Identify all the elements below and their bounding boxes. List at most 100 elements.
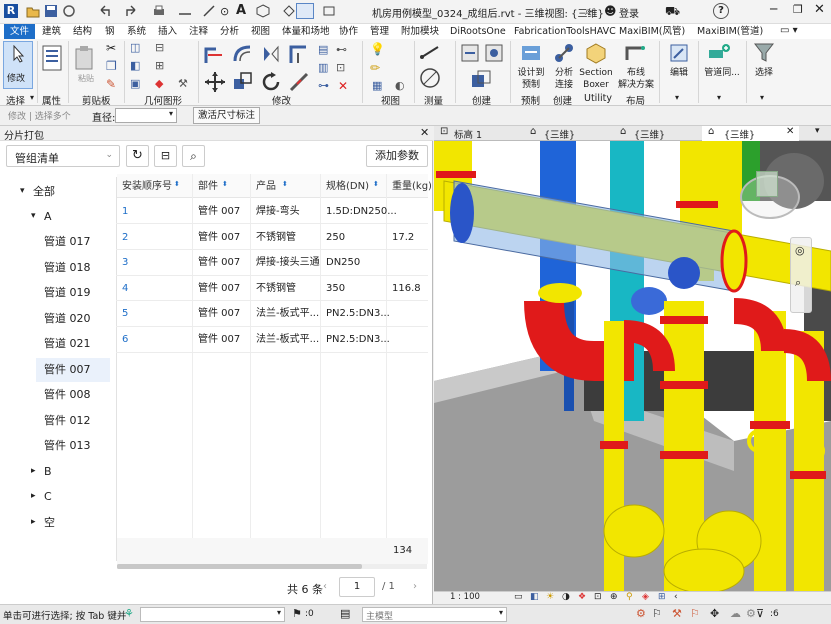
paint-icon[interactable]: ◆ [155, 77, 163, 90]
visual-style-icon[interactable]: ◧ [530, 592, 539, 602]
rotate-icon[interactable] [260, 71, 282, 93]
filter-icon[interactable] [754, 42, 774, 64]
view-tab-3d-1[interactable]: ⌂ {三维} [530, 126, 610, 141]
table-cell[interactable]: 法兰-板式平... [256, 327, 319, 352]
tab-architecture[interactable]: 建筑 [42, 24, 61, 39]
text-icon[interactable]: A [236, 3, 246, 18]
user-icon[interactable]: ☻ [604, 4, 617, 18]
save-icon[interactable] [44, 4, 58, 18]
demolish-icon[interactable]: ⚒ [178, 77, 188, 90]
sort-icon[interactable]: ⬍ [373, 180, 379, 188]
hide-isolate-icon[interactable]: ⚲ [626, 592, 633, 602]
view-tab-level1[interactable]: ⊡ 标高 1 [440, 126, 520, 141]
chevron-down-icon[interactable]: ▾ [675, 93, 679, 102]
restore-button[interactable]: ❐ [793, 3, 803, 16]
tab-collaborate[interactable]: 协作 [339, 24, 358, 39]
tab-file[interactable]: 文件 [4, 24, 36, 39]
chevron-down-icon[interactable]: ▾ [717, 93, 721, 102]
unpin-icon[interactable]: ⊷ [336, 43, 347, 56]
table-cell[interactable]: 2 [122, 225, 128, 250]
tree-item-all[interactable]: 全部 [33, 181, 55, 203]
prev-page-icon[interactable]: ‹ [323, 581, 327, 592]
measure-tool-icon[interactable] [420, 43, 440, 61]
print-icon[interactable] [152, 4, 166, 18]
tree-item-pipe-017[interactable]: 管道 017 [44, 231, 91, 253]
design-options-icon[interactable]: ▤ [340, 607, 350, 620]
cart-icon[interactable]: ⛟ [665, 4, 680, 20]
tab-massing[interactable]: 体量和场地 [282, 24, 330, 39]
table-cell[interactable]: 1.5D:DN250... [326, 199, 397, 224]
tree-item-c[interactable]: C [44, 486, 52, 508]
tag-icon[interactable]: ⊙ [220, 5, 229, 18]
tree-item-fitting-013[interactable]: 管件 013 [44, 435, 91, 457]
tree-item-a[interactable]: A [44, 206, 52, 228]
tree-item-b[interactable]: B [44, 461, 52, 483]
pencil-icon[interactable]: ✏ [370, 61, 380, 75]
undo-icon[interactable] [98, 4, 112, 18]
crop-icon[interactable]: ⊡ [594, 592, 602, 602]
section-boxer-button[interactable]: Section Boxer [578, 67, 614, 91]
tab-maxibim-duct[interactable]: MaxiBIM(风管) [619, 24, 685, 39]
tree-item-fitting-012[interactable]: 管件 012 [44, 410, 91, 432]
array-icon[interactable]: ▤ [318, 43, 328, 56]
tree-item-pipe-018[interactable]: 管道 018 [44, 257, 91, 279]
workset-select[interactable]: ▾ [140, 607, 285, 622]
view-cube-box[interactable] [756, 171, 778, 197]
zoom-icon[interactable]: ⌕ [795, 276, 801, 290]
sort-icon[interactable]: ⬍ [282, 180, 288, 188]
reveal-icon[interactable]: ◈ [642, 592, 649, 602]
view-more-icon[interactable]: ‹ [674, 592, 678, 602]
ribbon-options-icon[interactable]: ▭ ▾ [780, 25, 798, 36]
measure-circle-icon[interactable] [418, 67, 442, 89]
join-icon[interactable]: ▣ [130, 77, 140, 90]
tab-insert[interactable]: 插入 [158, 24, 177, 39]
hide-icon[interactable]: ◐ [395, 79, 405, 92]
cut-geometry-icon[interactable]: ◧ [130, 59, 140, 72]
minimize-button[interactable]: ─ [770, 2, 777, 16]
tab-structure[interactable]: 结构 [73, 24, 92, 39]
scale-icon[interactable]: ▥ [318, 61, 328, 74]
view-scale[interactable]: 1 : 100 [450, 592, 480, 602]
select-button[interactable]: 选择 [752, 67, 776, 79]
tab-maxibim-pipe[interactable]: MaxiBIM(管道) [697, 24, 763, 39]
detail-level-icon[interactable]: ▭ [514, 592, 523, 602]
sync-icon[interactable] [62, 4, 76, 18]
redo-icon[interactable] [124, 4, 138, 18]
table-cell[interactable]: 焊接-接头三通 [256, 250, 320, 275]
add-param-button[interactable]: 添加参数 [366, 145, 428, 167]
lightbulb-icon[interactable]: 💡 [370, 42, 385, 56]
create-part-icon[interactable] [460, 43, 480, 63]
tab-dirootsone[interactable]: DiRootsOne [450, 24, 506, 39]
tree-item-pipe-021[interactable]: 管道 021 [44, 333, 91, 355]
table-cell[interactable]: 不锈钢管 [256, 276, 296, 301]
table-cell[interactable]: 焊接-弯头 [256, 199, 300, 224]
worksets-icon[interactable]: ⚘ [124, 607, 134, 620]
binoculars-icon[interactable]: ⌕ [585, 4, 592, 19]
shadows-icon[interactable]: ◑ [562, 592, 570, 602]
section-box-icon[interactable] [585, 42, 607, 64]
table-cell[interactable]: 116.8 [392, 276, 421, 301]
properties-icon[interactable] [42, 45, 62, 71]
measure-icon[interactable] [178, 4, 192, 18]
view-tab-3d-active[interactable]: ⌂ {三维} [702, 126, 799, 141]
settings-icon[interactable]: ⚙ [746, 607, 756, 620]
close-button[interactable]: ✕ [814, 2, 825, 17]
view-tabs-menu-icon[interactable]: ▾ [815, 126, 820, 136]
pin-icon[interactable]: ⊶ [318, 79, 329, 92]
diameter-select[interactable]: ▾ [115, 108, 177, 123]
cope-icon[interactable]: ◫ [130, 41, 140, 54]
routing-solutions-button[interactable]: 布线 解决方案 [616, 67, 656, 91]
chevron-down-icon[interactable]: ▾ [30, 93, 34, 102]
filter-status-icon[interactable]: ⊽ [756, 607, 764, 620]
table-cell[interactable]: 4 [122, 276, 128, 301]
group-list-select[interactable]: 管组清单 ⌄ [6, 145, 120, 167]
match-icon[interactable]: ✎ [106, 77, 116, 91]
select-underlay-icon[interactable]: ⚐ [652, 607, 662, 620]
refresh-button[interactable]: ↻ [126, 145, 149, 167]
tree-arrow-icon[interactable]: ▾ [31, 211, 36, 221]
chevron-down-icon[interactable]: ▾ [760, 93, 764, 102]
search-button[interactable]: ⌕ [182, 145, 205, 167]
table-cell[interactable]: PN2.5:DN3... [326, 301, 390, 326]
copy-element-icon[interactable] [232, 71, 254, 93]
activate-dim-button[interactable]: 激活尺寸标注 [193, 107, 261, 124]
